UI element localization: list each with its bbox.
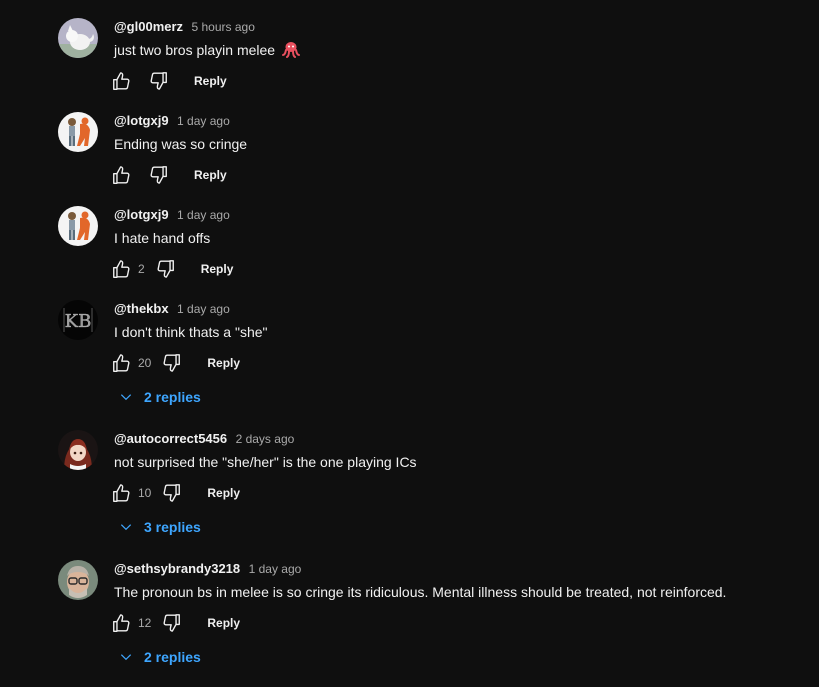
reply-button[interactable]: Reply: [193, 607, 254, 639]
comment-actions: 20 Reply: [104, 345, 254, 381]
comments-section: @gl00merz 5 hours ago just two bros play…: [0, 0, 819, 687]
view-replies-button[interactable]: 2 replies: [110, 639, 209, 675]
dislike-button[interactable]: [140, 157, 176, 193]
comment-text: just two bros playin melee: [114, 42, 276, 58]
comment-body: @autocorrect5456 2 days ago not surprise…: [114, 430, 799, 472]
comment-actions: Reply: [104, 63, 241, 99]
anime-girl-avatar-icon: [58, 430, 98, 470]
like-count: 20: [138, 356, 152, 370]
comment-timestamp[interactable]: 1 day ago: [177, 302, 230, 316]
comment-author[interactable]: @thekbx: [114, 301, 169, 316]
avatar[interactable]: [58, 112, 98, 152]
comment-timestamp[interactable]: 1 day ago: [177, 208, 230, 222]
chevron-down-icon: [118, 519, 134, 535]
view-replies-button[interactable]: 2 replies: [110, 379, 209, 415]
kb-logo-avatar-icon: KB: [58, 300, 98, 340]
comment-author[interactable]: @sethsybrandy3218: [114, 561, 240, 576]
thumbs-up-icon: [111, 612, 133, 634]
comment-text: I don't think thats a "she": [114, 324, 268, 340]
reply-button[interactable]: Reply: [180, 159, 241, 191]
thumbs-up-icon: [111, 164, 133, 186]
chevron-down-icon: [118, 389, 134, 405]
like-count: 12: [138, 616, 152, 630]
avatar[interactable]: [58, 560, 98, 600]
comment-text: I hate hand offs: [114, 230, 211, 246]
comment-body: @sethsybrandy3218 1 day ago The pronoun …: [114, 560, 799, 602]
replies-count-label: 3 replies: [144, 519, 201, 535]
like-button[interactable]: [104, 605, 140, 641]
octopus-emoji-icon: [281, 40, 300, 63]
comment-author[interactable]: @autocorrect5456: [114, 431, 227, 446]
like-button[interactable]: [104, 157, 140, 193]
avatar[interactable]: KB: [58, 300, 98, 340]
like-count: 2: [138, 262, 145, 276]
white-fox-avatar-icon: [58, 18, 98, 58]
view-replies-button[interactable]: 3 replies: [110, 509, 209, 545]
comment-body: @lotgxj9 1 day ago I hate hand offs: [114, 206, 799, 248]
chevron-down-icon: [118, 649, 134, 665]
thumbs-up-icon: [111, 352, 133, 374]
like-button[interactable]: [104, 251, 140, 287]
comment-actions: 10 Reply: [104, 475, 254, 511]
man-glasses-avatar-icon: [58, 560, 98, 600]
thumbs-up-icon: [111, 482, 133, 504]
like-button[interactable]: [104, 475, 140, 511]
avatar[interactable]: [58, 18, 98, 58]
replies-count-label: 2 replies: [144, 649, 201, 665]
comment-author[interactable]: @lotgxj9: [114, 207, 169, 222]
comment-author[interactable]: @lotgxj9: [114, 113, 169, 128]
like-count: 10: [138, 486, 152, 500]
dislike-button[interactable]: [153, 605, 189, 641]
comment-actions: 2 Reply: [104, 251, 247, 287]
thumbs-up-icon: [111, 70, 133, 92]
comment-text: not surprised the "she/her" is the one p…: [114, 454, 417, 470]
thumbs-down-icon: [160, 482, 182, 504]
comment-timestamp[interactable]: 5 hours ago: [192, 20, 255, 34]
reply-button[interactable]: Reply: [187, 253, 248, 285]
like-button[interactable]: [104, 63, 140, 99]
comment-author[interactable]: @gl00merz: [114, 19, 183, 34]
comment-body: @gl00merz 5 hours ago just two bros play…: [114, 18, 799, 63]
thumbs-up-icon: [111, 258, 133, 280]
thumbs-down-icon: [147, 70, 169, 92]
comment-body: @thekbx 1 day ago I don't think thats a …: [114, 300, 799, 342]
comment-timestamp[interactable]: 1 day ago: [177, 114, 230, 128]
avatar[interactable]: [58, 206, 98, 246]
dislike-button[interactable]: [140, 63, 176, 99]
thumbs-down-icon: [147, 164, 169, 186]
like-button[interactable]: [104, 345, 140, 381]
comment-timestamp[interactable]: 1 day ago: [249, 562, 302, 576]
orange-character-avatar-icon: [58, 206, 98, 246]
reply-button[interactable]: Reply: [193, 477, 254, 509]
avatar[interactable]: [58, 430, 98, 470]
comment-timestamp[interactable]: 2 days ago: [236, 432, 295, 446]
comment-text: Ending was so cringe: [114, 136, 248, 152]
comment-actions: 12 Reply: [104, 605, 254, 641]
replies-count-label: 2 replies: [144, 389, 201, 405]
reply-button[interactable]: Reply: [193, 347, 254, 379]
thumbs-down-icon: [154, 258, 176, 280]
thumbs-down-icon: [160, 612, 182, 634]
svg-text:KB: KB: [65, 311, 92, 332]
thumbs-down-icon: [160, 352, 182, 374]
dislike-button[interactable]: [153, 475, 189, 511]
dislike-button[interactable]: [147, 251, 183, 287]
dislike-button[interactable]: [153, 345, 189, 381]
reply-button[interactable]: Reply: [180, 65, 241, 97]
comment-text: The pronoun bs in melee is so cringe its…: [114, 584, 727, 600]
orange-character-avatar-icon: [58, 112, 98, 152]
comment-actions: Reply: [104, 157, 241, 193]
comment-body: @lotgxj9 1 day ago Ending was so cringe: [114, 112, 799, 154]
